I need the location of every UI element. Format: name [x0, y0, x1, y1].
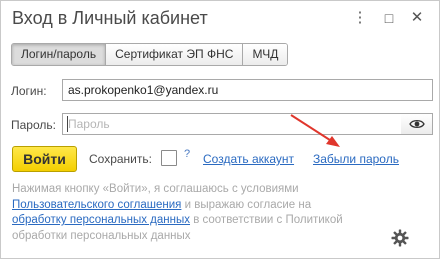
enter-button[interactable]: Войти	[12, 146, 77, 172]
tab-login-password[interactable]: Логин/пароль	[12, 44, 107, 65]
notice-line-4: обработки персональных данных	[12, 229, 191, 242]
terms-notice: Нажимая кнопку «Войти», я соглашаюсь с у…	[12, 182, 392, 244]
login-label: Логин:	[11, 84, 47, 98]
password-label: Пароль:	[11, 118, 56, 132]
help-question-mark[interactable]: ?	[184, 148, 190, 160]
show-password-button[interactable]	[401, 113, 433, 135]
login-method-tabs: Логин/пароль Сертификат ЭП ФНС МЧД	[11, 43, 289, 66]
user-agreement-link[interactable]: Пользовательского соглашения	[12, 199, 181, 211]
maximize-button[interactable]: □	[380, 9, 398, 27]
more-options-button[interactable]: ⋮	[351, 9, 369, 27]
notice-line-1: Нажимая кнопку «Войти», я соглашаюсь с у…	[12, 183, 299, 195]
login-input[interactable]: as.prokopenko1@yandex.ru	[62, 79, 433, 101]
close-button[interactable]: ✕	[408, 9, 426, 27]
red-arrow-icon	[290, 114, 340, 147]
text-cursor	[67, 116, 68, 132]
save-label: Сохранить:	[89, 152, 152, 166]
forgot-password-link[interactable]: Забыли пароль	[313, 152, 399, 166]
notice-text-2: и выражаю согласие на	[181, 198, 312, 211]
eye-icon	[409, 119, 425, 129]
gear-icon[interactable]	[391, 229, 409, 247]
notice-line-3: обработку персональных данных в соответс…	[12, 213, 392, 229]
window-title: Вход в Личный кабинет	[12, 8, 208, 28]
create-account-link[interactable]: Создать аккаунт	[203, 152, 294, 166]
tab-mchd[interactable]: МЧД	[243, 44, 288, 65]
data-processing-link[interactable]: обработку персональных данных	[12, 214, 190, 226]
login-window: Вход в Личный кабинет ⋮ □ ✕ Логин/пароль…	[0, 0, 440, 259]
tab-certificate[interactable]: Сертификат ЭП ФНС	[106, 44, 244, 65]
password-input[interactable]: Пароль	[62, 113, 402, 135]
notice-text-3: в соответствии с Политикой	[190, 214, 343, 226]
save-checkbox[interactable]	[161, 150, 177, 166]
notice-line-2: Пользовательского соглашения и выражаю с…	[12, 198, 392, 214]
